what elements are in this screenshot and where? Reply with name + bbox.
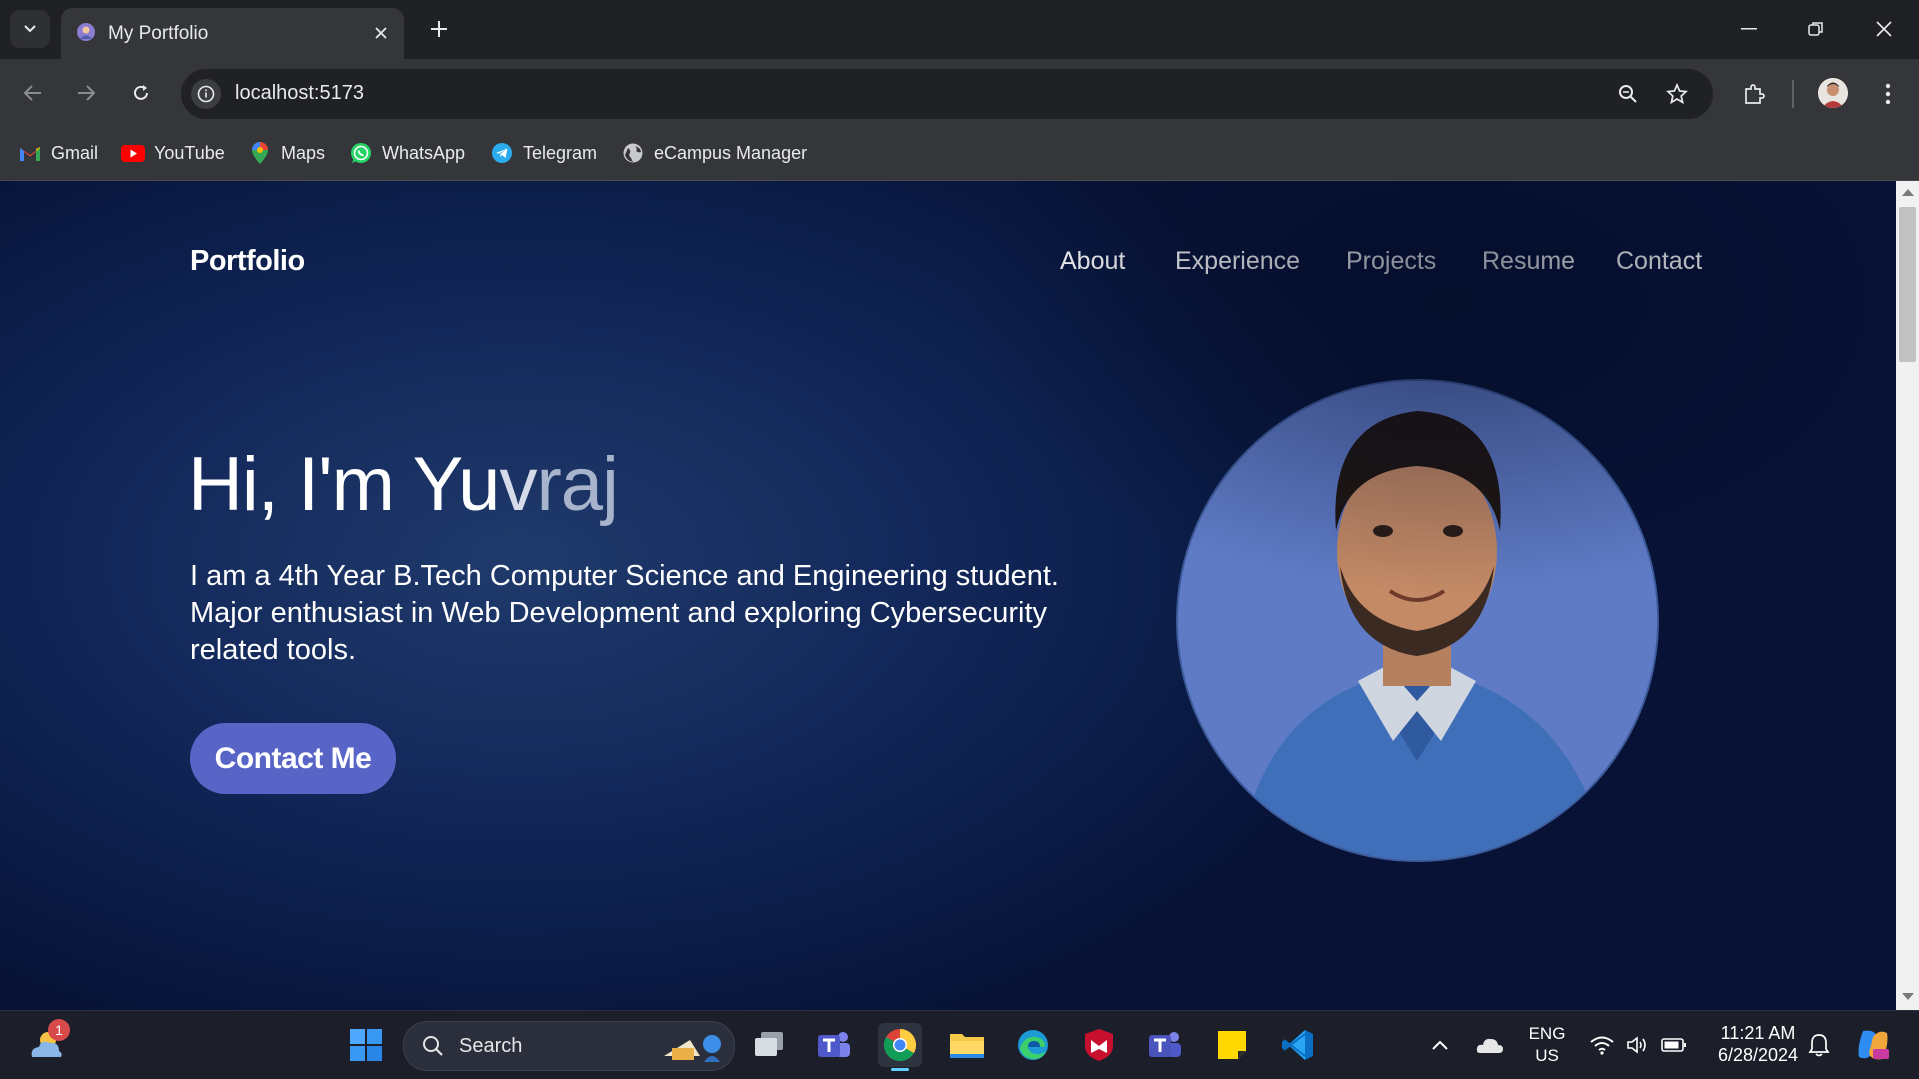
hero-heading: Hi, I'm Yuvraj bbox=[188, 442, 619, 527]
weather-notification-badge: 1 bbox=[48, 1019, 70, 1041]
windows-start-icon[interactable] bbox=[344, 1023, 388, 1067]
whatsapp-icon bbox=[349, 141, 373, 165]
nav-experience[interactable]: Experience bbox=[1175, 247, 1300, 276]
url-text: localhost:5173 bbox=[235, 82, 364, 104]
bookmarks-bar: Gmail YouTube Maps WhatsApp Telegram eCa… bbox=[0, 128, 1919, 181]
toolbar-divider bbox=[1792, 80, 1794, 108]
taskbar-search-box[interactable]: Search bbox=[403, 1021, 735, 1071]
address-bar[interactable]: localhost:5173 bbox=[181, 69, 1713, 119]
bookmark-ecampus-manager[interactable]: eCampus Manager bbox=[621, 138, 807, 168]
chrome-taskbar-icon[interactable] bbox=[878, 1023, 922, 1071]
telegram-icon bbox=[490, 141, 514, 165]
bookmark-whatsapp[interactable]: WhatsApp bbox=[349, 138, 465, 168]
scrollbar-thumb[interactable] bbox=[1899, 207, 1916, 362]
file-explorer-icon[interactable] bbox=[945, 1023, 989, 1067]
language-indicator[interactable]: ENG US bbox=[1522, 1023, 1572, 1067]
tab-my-portfolio[interactable]: My Portfolio bbox=[61, 8, 404, 59]
new-tab-plus-icon[interactable] bbox=[424, 14, 454, 44]
portfolio-favicon-icon bbox=[77, 23, 95, 41]
tab-title: My Portfolio bbox=[108, 23, 209, 44]
page-scrollbar[interactable] bbox=[1896, 181, 1919, 1010]
contact-me-button[interactable]: Contact Me bbox=[190, 723, 396, 794]
bookmark-star-icon[interactable] bbox=[1662, 79, 1692, 109]
profile-avatar[interactable] bbox=[1818, 78, 1848, 108]
bookmark-gmail[interactable]: Gmail bbox=[18, 138, 98, 168]
extensions-puzzle-icon[interactable] bbox=[1736, 76, 1772, 112]
show-hidden-icons-chevron-up-icon[interactable] bbox=[1418, 1023, 1462, 1067]
scroll-down-arrow-icon[interactable] bbox=[1902, 993, 1914, 1000]
site-logo[interactable]: Portfolio bbox=[190, 245, 305, 278]
globe-icon bbox=[621, 141, 645, 165]
edge-icon[interactable] bbox=[1011, 1023, 1055, 1067]
notification-bell-icon[interactable] bbox=[1797, 1023, 1841, 1067]
sticky-notes-icon[interactable] bbox=[1210, 1023, 1254, 1067]
maps-icon bbox=[248, 141, 272, 165]
nav-about[interactable]: About bbox=[1060, 247, 1125, 276]
bookmark-maps[interactable]: Maps bbox=[248, 138, 325, 168]
search-icon bbox=[423, 1036, 443, 1056]
browser-toolbar: localhost:5173 bbox=[0, 59, 1919, 128]
scroll-up-arrow-icon[interactable] bbox=[1902, 189, 1914, 196]
onedrive-cloud-icon[interactable] bbox=[1468, 1023, 1512, 1067]
forward-arrow-icon[interactable] bbox=[69, 76, 103, 110]
reload-icon[interactable] bbox=[124, 76, 158, 110]
restore-icon[interactable] bbox=[1794, 12, 1838, 46]
menu-dots-icon[interactable] bbox=[1870, 76, 1906, 112]
gmail-icon bbox=[18, 141, 42, 165]
task-view-icon[interactable] bbox=[747, 1023, 791, 1067]
nav-contact[interactable]: Contact bbox=[1616, 247, 1702, 276]
battery-icon[interactable] bbox=[1652, 1023, 1696, 1067]
teams-chat-icon[interactable] bbox=[812, 1023, 856, 1067]
tab-strip: My Portfolio bbox=[0, 0, 1919, 59]
windows-taskbar: 1 Search ENG US 11:21 AM 6/28/2024 bbox=[0, 1010, 1919, 1079]
bookmark-youtube[interactable]: YouTube bbox=[121, 138, 225, 168]
mcafee-icon[interactable] bbox=[1077, 1023, 1121, 1067]
youtube-icon bbox=[121, 141, 145, 165]
hero-description: I am a 4th Year B.Tech Computer Science … bbox=[190, 560, 1059, 666]
bookmark-telegram[interactable]: Telegram bbox=[490, 138, 597, 168]
teams-icon[interactable] bbox=[1143, 1023, 1187, 1067]
vscode-icon[interactable] bbox=[1276, 1023, 1320, 1067]
chevron-down-icon bbox=[24, 25, 36, 33]
close-tab-icon[interactable] bbox=[370, 22, 392, 44]
copilot-icon[interactable] bbox=[1851, 1023, 1895, 1067]
nav-resume[interactable]: Resume bbox=[1482, 247, 1575, 276]
site-info-icon[interactable] bbox=[191, 79, 221, 109]
active-app-indicator bbox=[891, 1068, 909, 1071]
zoom-icon[interactable] bbox=[1613, 79, 1643, 109]
back-arrow-icon[interactable] bbox=[16, 76, 50, 110]
nav-projects[interactable]: Projects bbox=[1346, 247, 1436, 276]
search-highlight-illustration-icon bbox=[664, 1035, 721, 1062]
tab-search-button[interactable] bbox=[10, 10, 50, 48]
close-window-icon[interactable] bbox=[1862, 12, 1906, 46]
profile-photo bbox=[1178, 381, 1657, 860]
portfolio-page: Portfolio About Experience Projects Resu… bbox=[0, 181, 1896, 1010]
minimize-icon[interactable] bbox=[1727, 12, 1771, 46]
